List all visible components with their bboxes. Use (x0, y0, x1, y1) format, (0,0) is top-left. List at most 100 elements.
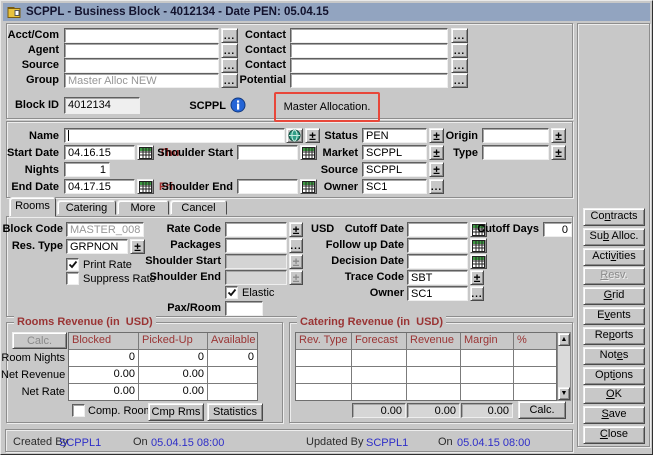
decision-date-field[interactable] (407, 254, 468, 269)
rate-code-field[interactable] (225, 222, 287, 237)
end-date-field[interactable]: 04.17.15 (64, 179, 135, 194)
cutoff-date-field[interactable] (407, 222, 468, 237)
tab-rooms[interactable]: Rooms (9, 197, 56, 217)
name-field[interactable] (64, 128, 285, 143)
elastic-checkbox[interactable] (225, 286, 238, 299)
print-rate-checkbox[interactable] (66, 258, 79, 271)
column-header: Revenue (407, 333, 460, 349)
start-date-field[interactable]: 04.16.15 (64, 145, 135, 160)
table-cell (208, 367, 257, 383)
sidebar-button-reports[interactable]: Reports (583, 327, 645, 345)
source-field[interactable] (64, 58, 219, 73)
cutoff-date-label: Cutoff Date (304, 223, 404, 236)
agent-field[interactable] (64, 43, 219, 58)
potential-lookup-button[interactable]: ... (451, 73, 468, 88)
acct-com-field[interactable] (64, 28, 219, 43)
block-id-field: 4012134 (64, 97, 140, 114)
title-bar: SCPPL - Business Block - 4012134 - Date … (3, 3, 650, 21)
nights-field[interactable]: 1 (64, 162, 110, 177)
sidebar-button-options[interactable]: Options (583, 367, 645, 385)
rate-code-label: Rate Code (121, 223, 221, 236)
cmp-rms-button[interactable]: Cmp Rms (148, 403, 204, 421)
sidebar-button-save[interactable]: Save (583, 406, 645, 424)
scroll-down-button[interactable]: ▼ (558, 387, 570, 400)
origin-field[interactable] (482, 128, 549, 143)
type-field[interactable] (482, 145, 549, 160)
trace-code-field[interactable]: SBT (407, 270, 468, 285)
calendar-icon (472, 256, 485, 268)
updated-on-value: 05.04.15 08:00 (457, 437, 530, 450)
follow-up-date-field[interactable] (407, 238, 468, 253)
contact1-lookup-button[interactable]: ... (451, 28, 468, 43)
decision-date-calendar-button[interactable] (470, 254, 487, 269)
table-cell: 0.00 (139, 367, 207, 383)
rooms-owner-field[interactable]: SC1 (407, 286, 468, 301)
catering-calc-button[interactable]: Calc. (518, 401, 566, 419)
statistics-button[interactable]: Statistics (207, 403, 263, 421)
shoulder-end-field[interactable] (237, 179, 298, 194)
trace-code-lov-button[interactable]: ± (470, 270, 484, 285)
sidebar-button-notes[interactable]: Notes (583, 347, 645, 365)
updated-by-label: Updated By (306, 436, 363, 449)
tab-cancel[interactable]: Cancel (170, 200, 227, 215)
sidebar-button-grid[interactable]: Grid (583, 287, 645, 305)
table-cell: 0 (69, 350, 138, 366)
owner-field[interactable]: SC1 (362, 179, 427, 194)
rate-code-lov-button[interactable]: ± (289, 222, 303, 237)
source2-lov-button[interactable]: ± (429, 162, 444, 177)
contact3-field[interactable] (290, 58, 448, 73)
sidebar-button-activities[interactable]: Activities (583, 248, 645, 266)
potential-field[interactable] (290, 73, 448, 88)
catering-table-scrollbar[interactable]: ▲ ▼ (557, 332, 571, 401)
tab-catering[interactable]: Catering (57, 200, 116, 215)
column-header: % (514, 333, 556, 349)
contact2-lookup-button[interactable]: ... (451, 43, 468, 58)
contact1-field[interactable] (290, 28, 448, 43)
shoulder-start-field[interactable] (237, 145, 298, 160)
comp-rooms-checkbox[interactable] (72, 404, 85, 417)
column-header: Margin (461, 333, 513, 349)
sidebar-button-sub-alloc[interactable]: Sub Alloc. (583, 228, 645, 246)
packages-lookup-button[interactable]: ... (289, 238, 303, 253)
follow-up-date-calendar-button[interactable] (470, 238, 487, 253)
sidebar-button-contracts[interactable]: Contracts (583, 208, 645, 226)
app-icon (7, 6, 21, 19)
cutoff-days-field[interactable]: 0 (543, 222, 572, 237)
pax-room-field[interactable] (225, 301, 263, 316)
rooms-shoulder-end-field (225, 270, 287, 285)
res-type-field[interactable]: GRPNON (66, 239, 128, 254)
rooms-owner-lookup-button[interactable]: ... (470, 286, 484, 301)
table-cell (296, 350, 351, 366)
start-date-label: Start Date (1, 147, 59, 160)
rooms-owner-label: Owner (304, 287, 404, 300)
sidebar-button-events[interactable]: Events (583, 307, 645, 325)
group-field[interactable]: Master Alloc NEW (64, 73, 219, 88)
owner-lookup-button[interactable]: ... (429, 179, 444, 194)
master-allocation-annotation: Master Allocation. (274, 92, 380, 122)
source2-label: Source (298, 164, 358, 177)
table-cell (461, 367, 513, 383)
end-date-label: End Date (1, 181, 59, 194)
revenue-total-field: 0.00 (407, 403, 460, 418)
margin-total-field: 0.00 (461, 403, 513, 418)
updated-by-value: SCPPL1 (366, 437, 408, 450)
sidebar-button-close[interactable]: Close (583, 426, 645, 444)
sidebar-button-ok[interactable]: OK (583, 386, 645, 404)
pax-room-label: Pax/Room (121, 302, 221, 315)
scroll-up-button[interactable]: ▲ (558, 333, 570, 346)
shoulder-start-label: Shoulder Start (149, 147, 233, 160)
packages-field[interactable] (225, 238, 287, 253)
source2-field[interactable]: SCPPL (362, 162, 427, 177)
contact3-lookup-button[interactable]: ... (451, 58, 468, 73)
suppress-rate-checkbox[interactable] (66, 272, 79, 285)
window-title: SCPPL - Business Block - 4012134 - Date … (26, 6, 329, 18)
origin-lov-button[interactable]: ± (551, 128, 566, 143)
sidebar-button-resv: Resv. (583, 267, 645, 285)
tab-more[interactable]: More (117, 200, 169, 215)
info-icon[interactable] (230, 97, 246, 113)
contact2-field[interactable] (290, 43, 448, 58)
property-label: SCPPL (171, 100, 226, 113)
row-label-net-revenue: Net Revenue (1, 369, 65, 382)
type-lov-button[interactable]: ± (551, 145, 566, 160)
rooms-shoulder-start-lov-button: ± (289, 254, 303, 269)
